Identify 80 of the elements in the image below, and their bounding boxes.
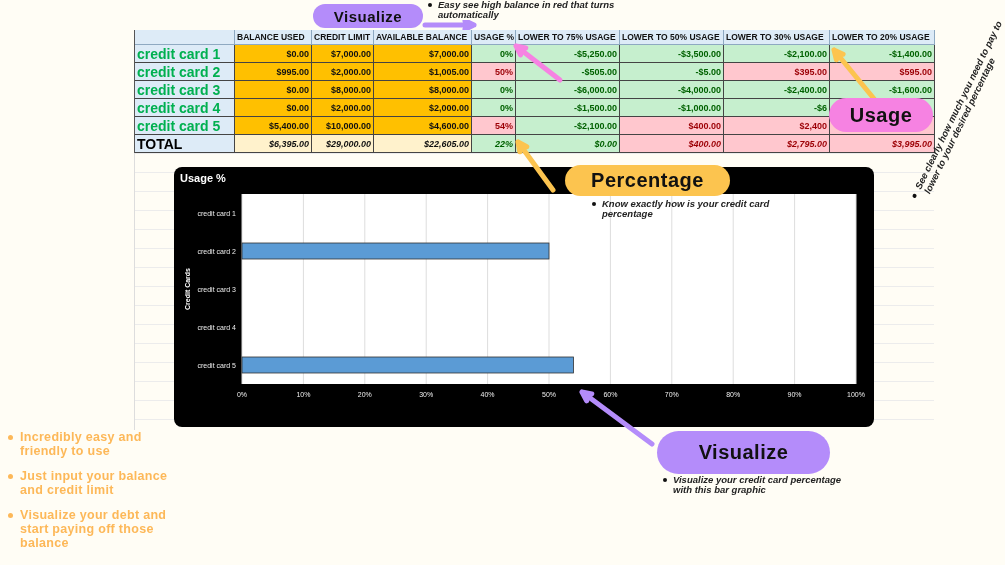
pointer-arrow [511,41,565,85]
callout-label: Visualize [657,431,830,474]
table-cell: 22% [472,135,516,153]
table-cell: -$1,500.00 [516,99,620,117]
table-cell: $10,000.00 [312,117,374,135]
table-cell: 0% [472,81,516,99]
table-cell: $395.00 [724,63,830,81]
card-name: credit card 3 [135,81,235,99]
table-cell: $2,000.00 [374,99,472,117]
table-cell: -$1,600.00 [830,81,935,99]
table-cell: $0.00 [235,81,312,99]
table-cell: $0.00 [235,45,312,63]
table-cell: $5,400.00 [235,117,312,135]
column-header: LOWER TO 75% USAGE [516,30,620,45]
column-header: CREDIT LIMIT [312,30,374,45]
table-cell: -$4,000.00 [620,81,724,99]
table-cell: $8,000.00 [374,81,472,99]
table-cell: 0% [472,99,516,117]
table-cell: -$6 [724,99,830,117]
table-cell: $4,600.00 [374,117,472,135]
pointer-arrow [513,137,558,195]
table-cell: $2,400 [724,117,830,135]
table-cell: $29,000.00 [312,135,374,153]
note-text: Easy see high balance in red that turns automatically [438,0,616,20]
card-name: credit card 5 [135,117,235,135]
table-cell: $995.00 [235,63,312,81]
column-header: USAGE % [472,30,516,45]
column-header: LOWER TO 20% USAGE [830,30,935,45]
table-cell: -$5.00 [620,63,724,81]
table-cell: $400.00 [620,117,724,135]
bullet-dot [911,193,918,199]
table-cell: -$1,400.00 [830,45,935,63]
table-cell: 54% [472,117,516,135]
bullet-dot [428,3,432,7]
column-header: BALANCE USED [235,30,312,45]
callout-label: Usage [829,98,933,132]
table-cell: $22,605.00 [374,135,472,153]
bullet-dot [663,478,667,482]
table-cell: -$2,100.00 [516,117,620,135]
table-cell: $6,395.00 [235,135,312,153]
table-cell: -$505.00 [516,63,620,81]
table-cell: 0% [472,45,516,63]
column-header: AVAILABLE BALANCE [374,30,472,45]
pointer-arrow [420,20,479,30]
column-header: LOWER TO 50% USAGE [620,30,724,45]
table-cell: -$2,100.00 [724,45,830,63]
feature-text: Incredibly easy and friendly to use [20,430,143,458]
callout-label: Percentage [565,165,730,196]
table-cell: $595.00 [830,63,935,81]
table-cell: $2,000.00 [312,99,374,117]
table-cell: -$6,000.00 [516,81,620,99]
card-name: credit card 2 [135,63,235,81]
table-cell: $400.00 [620,135,724,153]
note-text: Know exactly how is your credit card percentage [602,199,771,219]
feature-text: Visualize your debt and start paying off those balance [20,508,168,550]
table-cell: -$3,500.00 [620,45,724,63]
table-cell: $2,000.00 [312,63,374,81]
chart-title: Usage % [179,171,226,186]
table-cell: -$5,250.00 [516,45,620,63]
table-cell: -$1,000.00 [620,99,724,117]
table-cell: $7,000.00 [312,45,374,63]
feature-text: Just input your balance and credit limit [20,469,169,497]
note-text: Visualize your credit card percentage with this bar graphic [673,475,843,495]
table-cell: $1,005.00 [374,63,472,81]
callout-label: Visualize [313,4,423,28]
bullet-dot [8,513,13,518]
table-cell: -$2,400.00 [724,81,830,99]
column-header: LOWER TO 30% USAGE [724,30,830,45]
bullet-dot [8,435,13,440]
table-cell: 50% [472,63,516,81]
card-name: credit card 1 [135,45,235,63]
table-cell: $0.00 [516,135,620,153]
card-name: credit card 4 [135,99,235,117]
bullet-dot [8,474,13,479]
table-cell: $7,000.00 [374,45,472,63]
table-cell: $8,000.00 [312,81,374,99]
table-cell: $2,795.00 [724,135,830,153]
bullet-dot [592,202,596,206]
table-cell: $0.00 [235,99,312,117]
total-label: TOTAL [135,135,235,153]
